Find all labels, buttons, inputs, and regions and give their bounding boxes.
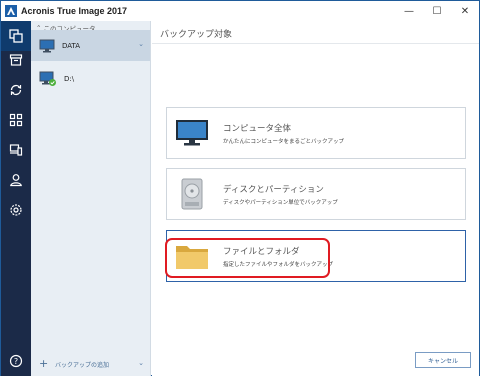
- option-disks-partitions[interactable]: ディスクとパーティション ディスクやパーティション単位でバックアップ: [166, 168, 466, 220]
- window-controls: — ☐ ✕: [395, 1, 479, 21]
- nav-settings[interactable]: [1, 195, 31, 225]
- computer-icon: [167, 108, 217, 158]
- page-title: バックアップ対象: [160, 30, 233, 40]
- add-backup-button[interactable]: + バックアップの追加 ⌄: [31, 352, 150, 376]
- source-item-label: D:\: [64, 74, 75, 83]
- account-icon: [10, 174, 22, 187]
- main-content: バックアップ対象 コンピュータ全体 かんたんにコンピュータをまるごとバックアップ…: [152, 21, 479, 376]
- dashboard-icon: [9, 113, 23, 127]
- chevron-down-icon[interactable]: ⌄: [138, 359, 144, 367]
- help-icon: ?: [9, 354, 23, 368]
- settings-icon: [10, 204, 22, 216]
- plus-icon: +: [39, 357, 49, 370]
- acronis-logo-icon: [5, 5, 17, 17]
- source-item-d-drive[interactable]: D:\: [31, 63, 150, 94]
- divider: [152, 43, 479, 44]
- source-item-label: DATA: [62, 41, 81, 50]
- hard-disk-icon: [167, 169, 217, 219]
- maximize-button[interactable]: ☐: [423, 1, 451, 21]
- add-backup-label: バックアップの追加: [55, 361, 110, 369]
- sync-icon: [10, 84, 22, 96]
- nav-archive[interactable]: [1, 45, 31, 75]
- window-title: Acronis True Image 2017: [21, 6, 128, 16]
- option-title: ディスクとパーティション: [223, 184, 324, 195]
- option-subtitle: ディスクやパーティション単位でバックアップ: [223, 199, 338, 206]
- nav-rail: ?: [1, 21, 31, 376]
- minimize-button[interactable]: —: [395, 1, 423, 21]
- source-item-data[interactable]: DATA ⌄: [31, 30, 150, 61]
- nav-help[interactable]: ?: [1, 346, 31, 376]
- nav-devices[interactable]: [1, 135, 31, 165]
- chevron-down-icon[interactable]: ⌄: [138, 40, 144, 48]
- nav-account[interactable]: [1, 165, 31, 195]
- sources-panel: ⌃ このコンピュータ DATA ⌄ D:\ + バックアップの追加 ⌄: [31, 21, 151, 376]
- backup-icon: [9, 29, 23, 43]
- cancel-button[interactable]: キャンセル: [415, 352, 471, 368]
- close-button[interactable]: ✕: [451, 1, 479, 21]
- svg-text:?: ?: [14, 357, 18, 366]
- option-subtitle: かんたんにコンピュータをまるごとバックアップ: [223, 138, 345, 145]
- title-bar: Acronis True Image 2017 — ☐ ✕: [1, 1, 479, 21]
- devices-icon: [9, 144, 23, 156]
- monitor-check-icon: [39, 71, 56, 86]
- highlight-annotation: [165, 238, 330, 278]
- option-entire-computer[interactable]: コンピュータ全体 かんたんにコンピュータをまるごとバックアップ: [166, 107, 466, 159]
- nav-dashboard[interactable]: [1, 105, 31, 135]
- app-window: Acronis True Image 2017 — ☐ ✕ ? ⌃ このコンピュ…: [0, 0, 480, 376]
- archive-icon: [9, 54, 23, 66]
- nav-sync[interactable]: [1, 75, 31, 105]
- monitor-icon: [39, 39, 55, 52]
- option-title: コンピュータ全体: [223, 123, 292, 134]
